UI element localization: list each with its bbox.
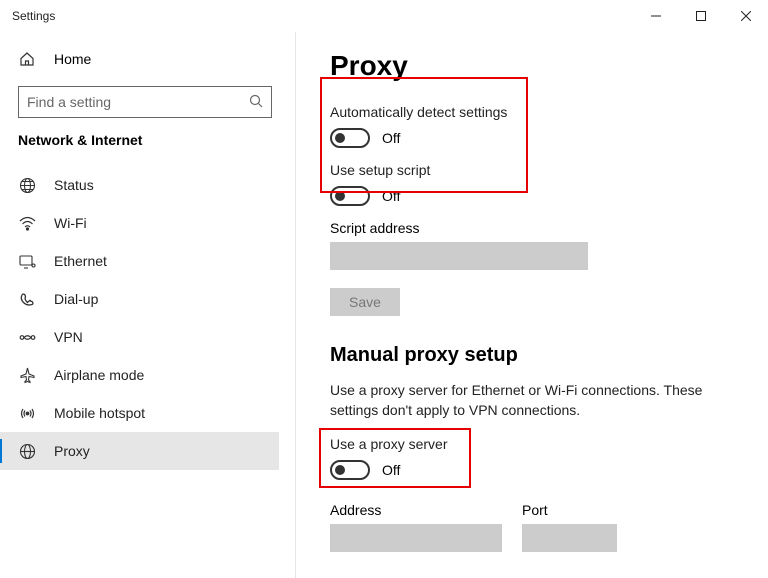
port-label: Port [522,502,617,518]
address-input[interactable] [330,524,502,552]
nav-label: VPN [54,329,83,345]
close-button[interactable] [723,0,768,32]
search-icon [249,94,263,111]
toggle-knob [335,133,345,143]
setup-script-state: Off [382,188,400,204]
dialup-icon [18,290,36,308]
save-button[interactable]: Save [330,288,400,316]
main-content: Proxy Automatically detect settings Off … [296,32,768,578]
auto-detect-state: Off [382,130,400,146]
selected-indicator [0,439,2,463]
home-label: Home [54,51,91,67]
status-icon [18,176,36,194]
home-nav[interactable]: Home [0,40,279,78]
search-input[interactable]: Find a setting [18,86,272,118]
auto-detect-toggle[interactable] [330,128,370,148]
port-input[interactable] [522,524,617,552]
search-placeholder-text: Find a setting [27,94,111,110]
setup-script-toggle[interactable] [330,186,370,206]
airplane-icon [18,366,36,384]
hotspot-icon [18,404,36,422]
sidebar-item-ethernet[interactable]: Ethernet [0,242,279,280]
sidebar-item-proxy[interactable]: Proxy [0,432,279,470]
sidebar-item-dialup[interactable]: Dial-up [0,280,279,318]
nav-label: Status [54,177,94,193]
window-controls [633,0,768,32]
sidebar-item-wifi[interactable]: Wi-Fi [0,204,279,242]
use-proxy-label: Use a proxy server [330,436,744,452]
sidebar-item-status[interactable]: Status [0,166,279,204]
sidebar-item-vpn[interactable]: VPN [0,318,279,356]
auto-detect-label: Automatically detect settings [330,104,744,120]
nav-label: Proxy [54,443,90,459]
toggle-knob [335,191,345,201]
sidebar-item-hotspot[interactable]: Mobile hotspot [0,394,279,432]
manual-heading: Manual proxy setup [330,344,744,367]
nav-label: Wi-Fi [54,215,87,231]
proxy-icon [18,442,36,460]
use-proxy-state: Off [382,462,400,478]
ethernet-icon [18,252,36,270]
sidebar: Home Find a setting Network & Internet S… [0,32,296,578]
use-proxy-toggle[interactable] [330,460,370,480]
category-title: Network & Internet [18,132,279,148]
maximize-button[interactable] [678,0,723,32]
toggle-knob [335,465,345,475]
wifi-icon [18,214,36,232]
address-label: Address [330,502,502,518]
manual-description: Use a proxy server for Ethernet or Wi-Fi… [330,381,730,420]
page-title: Proxy [330,50,744,82]
nav-label: Mobile hotspot [54,405,145,421]
minimize-button[interactable] [633,0,678,32]
nav-label: Ethernet [54,253,107,269]
script-address-label: Script address [330,220,744,236]
vpn-icon [18,328,36,346]
sidebar-item-airplane[interactable]: Airplane mode [0,356,279,394]
script-address-input[interactable] [330,242,588,270]
setup-script-label: Use setup script [330,162,744,178]
home-icon [18,50,36,68]
nav-label: Airplane mode [54,367,144,383]
nav-label: Dial-up [54,291,98,307]
titlebar: Settings [0,0,768,32]
window-title: Settings [12,9,55,23]
